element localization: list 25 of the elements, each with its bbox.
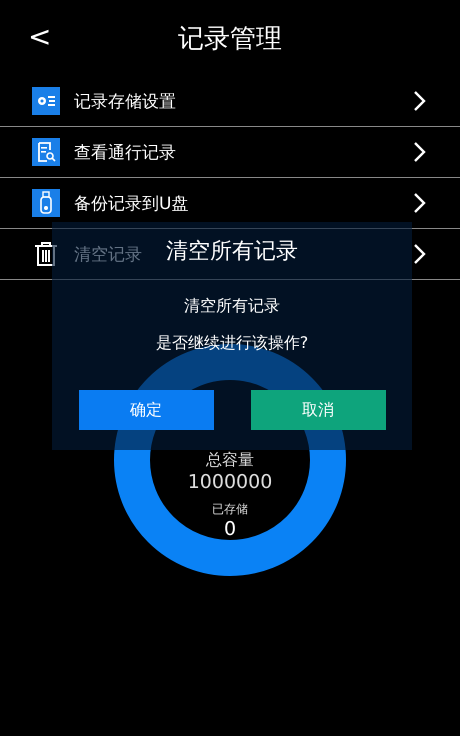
- chevron-right-icon: [412, 141, 426, 163]
- stored-label: 已存储: [212, 501, 248, 518]
- menu-item[interactable]: 记录存储设置: [0, 76, 460, 127]
- trash-icon: [32, 240, 60, 268]
- settings-icon: [32, 87, 60, 115]
- total-capacity-label: 总容量: [206, 450, 254, 471]
- dialog-question: 是否继续进行该操作?: [156, 333, 308, 354]
- chevron-right-icon: [412, 192, 426, 214]
- menu-label: 备份记录到U盘: [74, 192, 188, 214]
- document-search-icon: [32, 138, 60, 166]
- chevron-right-icon: [412, 90, 426, 112]
- menu-label: 查看通行记录: [74, 142, 176, 164]
- confirm-button[interactable]: 确定: [78, 390, 214, 430]
- stored-value: 0: [224, 518, 236, 540]
- dialog-message: 清空所有记录: [184, 296, 280, 317]
- chevron-right-icon: [412, 243, 426, 265]
- back-button[interactable]: <: [22, 20, 58, 53]
- page-title: 记录管理: [178, 22, 282, 56]
- menu-label: 记录存储设置: [74, 90, 176, 112]
- menu-item[interactable]: 查看通行记录: [0, 127, 460, 178]
- total-capacity-value: 1000000: [188, 471, 272, 493]
- usb-drive-icon: [32, 189, 60, 217]
- menu-label: 清空记录: [74, 244, 142, 266]
- dialog-title: 清空所有记录: [166, 238, 298, 266]
- menu-item[interactable]: 备份记录到U盘: [0, 178, 460, 229]
